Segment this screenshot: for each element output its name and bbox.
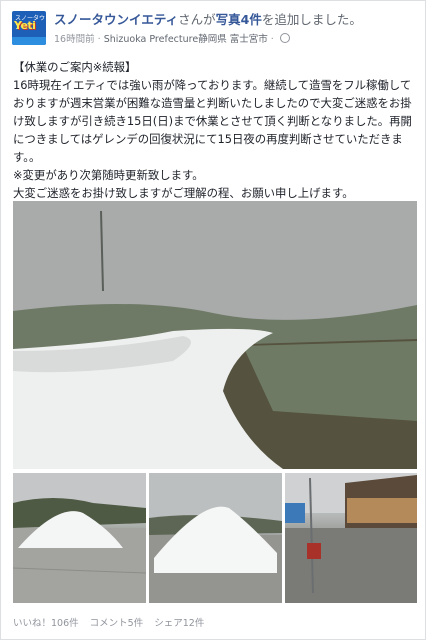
location-region-link[interactable]: Shizuoka Prefecture: [104, 34, 199, 45]
lodge-rain-photo[interactable]: [285, 473, 417, 603]
action-suffix: を追加しました。: [261, 12, 362, 27]
likes-count[interactable]: いいね！106件: [13, 618, 79, 629]
action-prefix: さんが: [178, 12, 216, 27]
page-name-link[interactable]: スノータウンイエティ: [54, 12, 178, 27]
photos-link[interactable]: 写真4件: [216, 12, 262, 27]
post-paragraph-1: 【休業のご案内※続報】 16時現在イエティでは強い雨が降っております。継続して造…: [13, 60, 412, 182]
shares-count[interactable]: シェア12件: [154, 618, 204, 629]
post-header: スノータウンイエティさんが写真4件を追加しました。: [54, 11, 414, 28]
globe-icon: [279, 33, 290, 43]
timestamp-link[interactable]: 16時間前: [54, 34, 95, 45]
post-meta: 16時間前 · Shizuoka Prefecture静岡県 富士宮市 ·: [54, 31, 290, 45]
snow-slope-illustration: [13, 201, 417, 469]
snow-pile-illustration-1: [13, 473, 146, 603]
page-avatar[interactable]: スノータウン Yeti: [12, 11, 46, 45]
snow-pile-photo-2[interactable]: [149, 473, 282, 603]
meta-separator: ·: [97, 34, 101, 45]
snow-pile-photo-1[interactable]: [13, 473, 146, 603]
meta-separator-2: ·: [270, 34, 274, 45]
avatar-logo-text: Yeti: [14, 19, 36, 32]
location-city-link[interactable]: 静岡県 富士宮市: [198, 34, 268, 45]
snow-pile-illustration-2: [149, 473, 282, 603]
post-stats: いいね！106件 コメント5件 シェア12件: [13, 615, 212, 629]
post-paragraph-2: 大変ご迷惑をお掛け致しますがご理解の程、お願い申し上げます。: [13, 186, 354, 200]
post-body: 【休業のご案内※続報】 16時現在イエティでは強い雨が降っております。継続して造…: [13, 58, 415, 202]
facebook-post-card: スノータウン Yeti スノータウンイエティさんが写真4件を追加しました。 16…: [0, 0, 426, 640]
avatar-band: [12, 37, 46, 45]
comments-count[interactable]: コメント5件: [90, 618, 144, 629]
snow-slope-photo[interactable]: [13, 201, 417, 469]
lodge-illustration: [285, 473, 417, 603]
